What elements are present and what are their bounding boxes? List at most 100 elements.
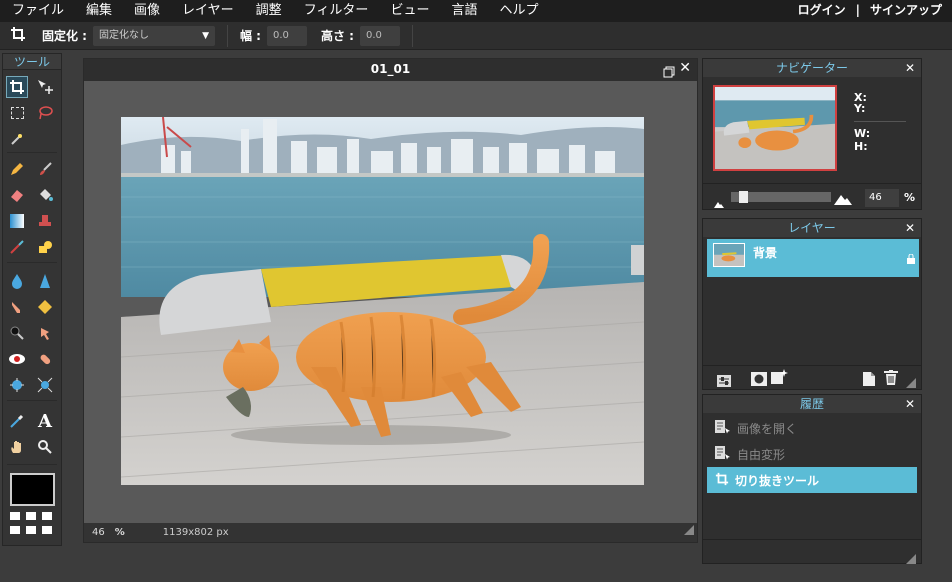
navigator-thumbnail[interactable] [713,85,837,171]
document-title-bar[interactable]: 01_01 ✕ [84,59,697,81]
tools-title: ツール [3,54,61,70]
tool-options-bar: 固定化 : 固定化なし ▼ 幅 : 0.0 高さ : 0.0 [0,22,952,50]
color-picker-icon[interactable] [6,410,28,432]
navigator-panel: ナビゲーター ✕ X: Y: W: H: 46 % [702,58,922,210]
swatch-square[interactable] [26,526,36,534]
pencil-icon[interactable] [6,158,28,180]
history-item[interactable]: 画像を開く [703,415,921,441]
paint-bucket-icon[interactable] [34,184,56,206]
divider [7,400,57,401]
tools-panel: ツール A [2,53,62,546]
menu-bar: ファイル 編集 画像 レイヤー 調整 フィルター ビュー 言語 ヘルプ ログイン… [0,0,952,22]
history-item[interactable]: 自由変形 [703,441,921,467]
close-icon[interactable]: ✕ [905,395,915,413]
menu-filter[interactable]: フィルター [293,0,380,22]
signup-link[interactable]: サインアップ [870,0,942,22]
constraint-label: 固定化 : [42,29,87,43]
type-tool-icon[interactable]: A [34,410,56,432]
right-scroll-gutter [926,50,952,582]
red-eye-icon[interactable] [6,348,28,370]
menu-adjust[interactable]: 調整 [245,0,293,22]
image-size: 1139x802 px [162,527,229,538]
gradient-icon[interactable] [6,210,28,232]
menu-file[interactable]: ファイル [0,0,75,22]
nav-zoom-unit: % [904,191,916,204]
crop-tool-icon[interactable] [6,76,28,98]
login-link[interactable]: ログイン [798,0,846,22]
zoom-slider-thumb[interactable] [739,191,748,203]
hand-tool-icon[interactable] [6,436,28,458]
layer-thumbnail [713,243,745,267]
cat-photo [121,117,644,485]
foreground-color-swatch[interactable] [10,473,55,506]
burn-icon[interactable] [6,322,28,344]
eraser-icon[interactable] [6,184,28,206]
height-input[interactable]: 0.0 [359,25,400,46]
document-status-bar: 46 % 1139x802 px [84,523,697,542]
history-panel: 履歴 ✕ 画像を開く 自由変形 切り抜きツール [702,394,922,564]
layer-effects-icon[interactable] [771,369,789,389]
sponge-icon[interactable] [34,296,56,318]
divider [854,121,906,122]
resize-handle-icon[interactable] [906,549,916,568]
move-tool-icon[interactable] [34,76,56,98]
zoom-in-mountain-icon[interactable] [834,190,852,209]
blur-drop-icon[interactable] [6,270,28,292]
shape-tool-icon[interactable] [34,236,56,258]
zoom-value[interactable]: 46 [92,527,105,538]
swatch-square[interactable] [26,512,36,520]
restore-icon[interactable] [663,63,675,82]
zoom-tool-icon[interactable] [34,436,56,458]
layer-settings-icon[interactable] [717,372,731,391]
swatch-square[interactable] [42,512,52,520]
divider [7,464,57,465]
swatch-square[interactable] [42,526,52,534]
close-icon[interactable]: ✕ [905,219,915,237]
swatch-square[interactable] [10,512,20,520]
layer-mask-icon[interactable] [751,371,767,390]
stamp-icon[interactable] [34,210,56,232]
menu-image[interactable]: 画像 [123,0,171,22]
sharpen-icon[interactable] [34,270,56,292]
new-layer-icon[interactable] [863,371,875,390]
pinch-icon[interactable] [34,374,56,396]
canvas-image[interactable] [121,117,644,485]
color-replace-icon[interactable] [6,236,28,258]
zoom-out-mountain-icon[interactable] [714,193,724,212]
nav-y-label: Y: [854,102,866,115]
divider [703,183,921,184]
brush-icon[interactable] [34,158,56,180]
zoom-slider[interactable] [731,191,831,203]
lasso-tool-icon[interactable] [34,102,56,124]
menu-layer[interactable]: レイヤー [171,0,245,22]
menu-view[interactable]: ビュー [379,0,440,22]
layer-row[interactable]: 背景 [707,239,919,277]
swatch-square[interactable] [10,526,20,534]
constraint-select[interactable]: 固定化なし ▼ [92,25,215,46]
magic-wand-icon[interactable] [6,128,28,150]
height-label: 高さ : [320,29,354,43]
close-icon[interactable]: ✕ [905,59,915,77]
menu-edit[interactable]: 編集 [75,0,123,22]
spot-heal-icon[interactable] [34,348,56,370]
resize-handle-icon[interactable] [906,373,916,392]
menu-help[interactable]: ヘルプ [488,0,549,22]
layers-title: レイヤー [788,221,836,235]
smudge-icon[interactable] [6,296,28,318]
navigator-title: ナビゲーター [775,61,848,75]
marquee-tool-icon[interactable] [6,102,28,124]
close-icon[interactable]: ✕ [679,60,691,76]
dodge-icon[interactable] [34,322,56,344]
resize-handle-icon[interactable] [684,520,694,539]
crop-icon [715,472,729,489]
document-window: 01_01 ✕ 46 % 1139x802 px [83,58,698,543]
divider [7,152,57,153]
layer-name: 背景 [753,246,778,260]
nav-zoom-input[interactable]: 46 [865,189,899,207]
trash-icon[interactable] [884,370,898,389]
width-input[interactable]: 0.0 [266,25,307,46]
account-divider: | [855,3,860,17]
menu-language[interactable]: 言語 [440,0,488,22]
bloat-icon[interactable] [6,374,28,396]
history-item-selected[interactable]: 切り抜きツール [707,467,917,493]
